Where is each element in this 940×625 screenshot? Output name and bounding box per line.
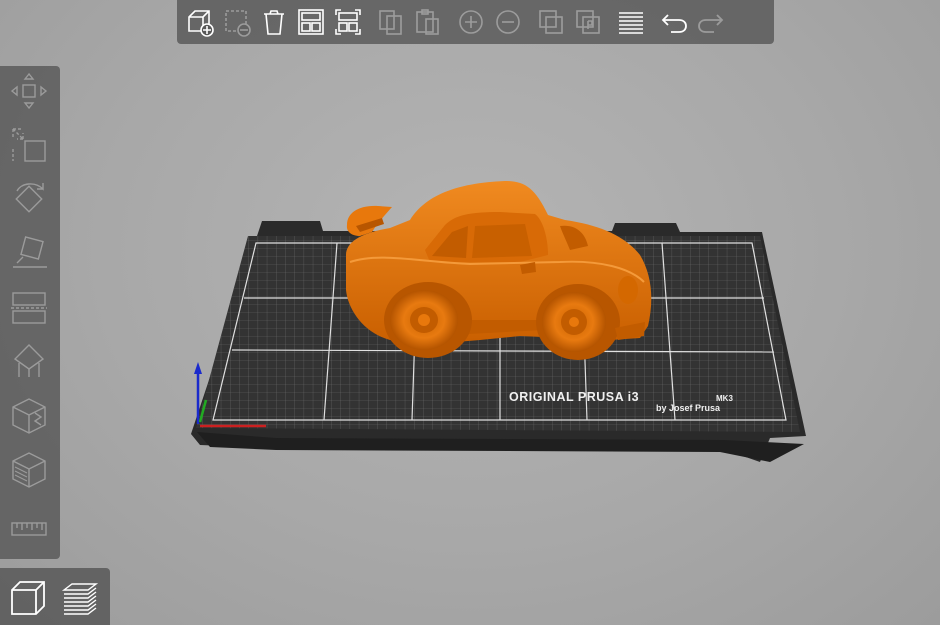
- add-icon[interactable]: [183, 4, 217, 40]
- car-model[interactable]: [346, 181, 652, 360]
- support-points-icon[interactable]: [8, 340, 50, 382]
- rotate-icon[interactable]: [8, 178, 50, 220]
- add-instance-icon[interactable]: [454, 4, 488, 40]
- arrange-selection-icon[interactable]: [331, 4, 365, 40]
- top-toolbar: [177, 0, 774, 44]
- redo-icon[interactable]: [694, 4, 728, 40]
- 3d-scene[interactable]: ORIGINAL PRUSA i3 MK3 by Josef Prusa: [0, 0, 940, 625]
- layers-editing-icon[interactable]: [614, 4, 648, 40]
- copy-icon[interactable]: [374, 4, 408, 40]
- paste-icon[interactable]: [411, 4, 445, 40]
- split-objects-icon[interactable]: [534, 4, 568, 40]
- preview-icon[interactable]: [56, 574, 104, 622]
- measure-icon[interactable]: [8, 508, 50, 550]
- split-parts-icon[interactable]: [571, 4, 605, 40]
- arrange-icon[interactable]: [294, 4, 328, 40]
- seam-painting-icon[interactable]: [8, 394, 50, 436]
- remove-instance-icon[interactable]: [491, 4, 525, 40]
- delete-icon[interactable]: [220, 4, 254, 40]
- bed-logo-line2: by Josef Prusa: [656, 403, 721, 413]
- move-icon[interactable]: [8, 70, 50, 112]
- 3d-view-icon[interactable]: [4, 574, 52, 622]
- left-toolbar: [0, 66, 60, 559]
- bed-logo-model: MK3: [716, 394, 733, 403]
- view-toggle-bar: [0, 568, 110, 625]
- bed-logo-line1: ORIGINAL PRUSA i3: [509, 390, 639, 404]
- delete-all-icon[interactable]: [257, 4, 291, 40]
- place-on-face-icon[interactable]: [8, 232, 50, 274]
- scale-icon[interactable]: [8, 124, 50, 166]
- multimaterial-painting-icon[interactable]: [8, 448, 50, 490]
- undo-icon[interactable]: [657, 4, 691, 40]
- cut-icon[interactable]: [8, 286, 50, 328]
